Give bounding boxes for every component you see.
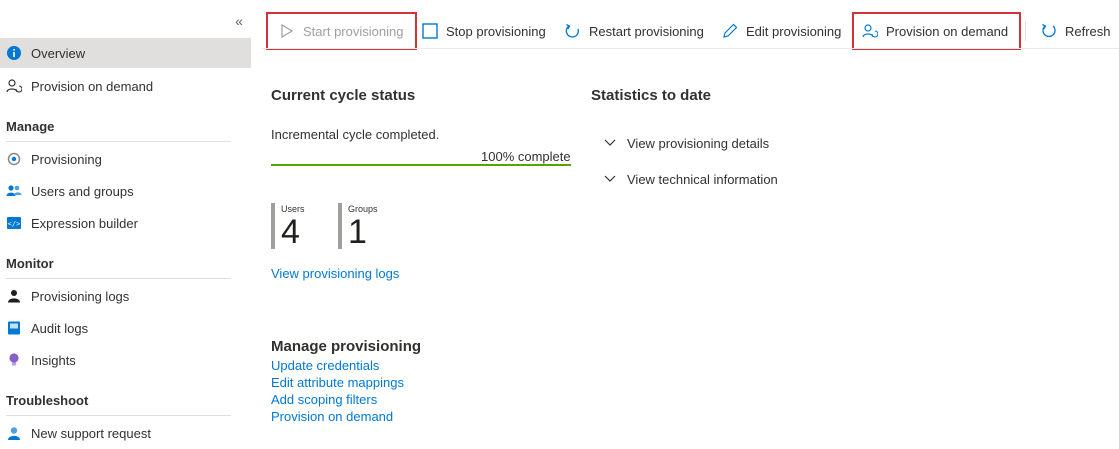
update-credentials-link[interactable]: Update credentials (271, 358, 379, 373)
divider (6, 278, 231, 279)
book-icon (6, 320, 22, 336)
stop-provisioning-label: Stop provisioning (446, 23, 546, 39)
collapse-sidebar-icon[interactable]: « (232, 14, 246, 28)
view-provisioning-logs-link[interactable]: View provisioning logs (271, 266, 399, 281)
sidebar-item-label: Provision on demand (31, 78, 154, 94)
users-stat-value: 4 (281, 213, 300, 251)
sidebar-item-users-and-groups[interactable]: Users and groups (0, 176, 251, 206)
sidebar-item-audit-logs[interactable]: Audit logs (0, 313, 251, 343)
sidebar-item-provisioning-logs[interactable]: Provisioning logs (0, 281, 251, 311)
view-provisioning-details-expander[interactable]: View provisioning details (603, 133, 769, 153)
chevron-down-icon (603, 175, 617, 183)
refresh-icon (1040, 22, 1058, 40)
refresh-label: Refresh (1065, 23, 1111, 39)
start-provisioning-button[interactable]: Start provisioning (266, 12, 417, 50)
sidebar-item-label: Audit logs (31, 320, 89, 336)
support-person-icon (6, 425, 22, 441)
sidebar-item-new-support-request[interactable]: New support request (0, 418, 251, 448)
progress-bar (271, 164, 571, 166)
groups-stat: Groups 1 (338, 203, 378, 249)
sidebar-item-label: Provisioning (31, 151, 102, 167)
provision-on-demand-label: Provision on demand (886, 23, 1009, 39)
divider (6, 141, 231, 142)
info-icon (6, 45, 22, 61)
person-sync-icon (6, 78, 22, 94)
restart-provisioning-button[interactable]: Restart provisioning (564, 12, 704, 50)
sidebar-item-provision-on-demand[interactable]: Provision on demand (0, 71, 251, 101)
chevron-down-icon (603, 139, 617, 147)
person-sync-icon (861, 22, 879, 40)
sidebar-item-label: Provisioning logs (31, 288, 130, 304)
divider (6, 415, 231, 416)
groups-stat-value: 1 (348, 213, 367, 251)
manage-provisioning-title: Manage provisioning (271, 338, 422, 355)
provision-on-demand-link[interactable]: Provision on demand (271, 409, 393, 424)
stop-icon (421, 22, 439, 40)
users-icon (6, 183, 22, 199)
users-stat: Users 4 (271, 203, 305, 249)
toolbar-divider (262, 48, 1119, 49)
section-title-manage: Manage (6, 119, 55, 134)
svg-text:</>: </> (8, 220, 21, 228)
section-title-monitor: Monitor (6, 256, 54, 271)
add-scoping-filters-link[interactable]: Add scoping filters (271, 392, 377, 407)
cycle-status-text: Incremental cycle completed. (271, 127, 440, 142)
view-technical-information-expander[interactable]: View technical information (603, 169, 778, 189)
current-cycle-status-title: Current cycle status (271, 87, 416, 104)
section-title-troubleshoot: Troubleshoot (6, 393, 89, 408)
play-icon (278, 22, 296, 40)
start-provisioning-label: Start provisioning (303, 23, 404, 39)
sidebar-item-label: Expression builder (31, 215, 138, 231)
view-provisioning-details-label: View provisioning details (627, 135, 770, 151)
toolbar-separator (1025, 21, 1026, 41)
provision-on-demand-button[interactable]: Provision on demand (852, 12, 1021, 50)
pencil-icon (721, 22, 739, 40)
sidebar-item-label: New support request (31, 425, 151, 441)
refresh-button[interactable]: Refresh (1040, 12, 1111, 50)
restart-provisioning-label: Restart provisioning (589, 23, 704, 39)
progress-label: 100% complete (481, 149, 571, 164)
person-log-icon (6, 288, 22, 304)
lightbulb-icon (6, 352, 22, 368)
sidebar-item-label: Overview (31, 45, 86, 61)
statistics-to-date-title: Statistics to date (591, 87, 712, 104)
sidebar-item-expression-builder[interactable]: </> Expression builder (0, 208, 251, 238)
code-icon: </> (6, 215, 22, 231)
view-technical-information-label: View technical information (627, 171, 778, 187)
edit-provisioning-button[interactable]: Edit provisioning (721, 12, 841, 50)
sidebar-item-insights[interactable]: Insights (0, 345, 251, 375)
restart-icon (564, 22, 582, 40)
edit-provisioning-label: Edit provisioning (746, 23, 842, 39)
sidebar: « Overview Provision on demand Manage Pr… (0, 0, 251, 449)
sidebar-item-label: Insights (31, 352, 76, 368)
sidebar-item-label: Users and groups (31, 183, 134, 199)
stop-provisioning-button[interactable]: Stop provisioning (421, 12, 546, 50)
edit-attribute-mappings-link[interactable]: Edit attribute mappings (271, 375, 404, 390)
provisioning-icon (6, 151, 22, 167)
progress-bar-fill (271, 164, 571, 166)
sidebar-item-overview[interactable]: Overview (0, 38, 251, 68)
sidebar-item-provisioning[interactable]: Provisioning (0, 144, 251, 174)
